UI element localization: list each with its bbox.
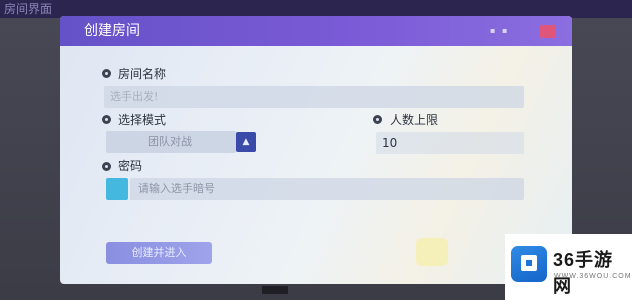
close-button[interactable]	[540, 25, 556, 38]
max-players-input[interactable]: 10	[376, 132, 524, 154]
mode-label: 选择模式	[118, 113, 167, 127]
create-room-dialog: 创建房间 ▪ ▪ 房间名称 选手出发! 选择模式 团队对战 ▲ 人数上限 10 …	[60, 16, 572, 284]
max-players-bullet-icon	[373, 115, 382, 124]
dialog-header: 创建房间 ▪ ▪	[60, 16, 572, 46]
mode-bullet-icon	[102, 115, 111, 124]
cube-icon	[521, 255, 537, 271]
room-name-bullet-icon	[102, 69, 111, 78]
password-bullet-icon	[102, 162, 111, 171]
background-title: 房间界面	[4, 2, 53, 16]
room-name-label: 房间名称	[118, 67, 167, 81]
watermark-brand: 36手游网	[553, 250, 614, 296]
password-label: 密码	[118, 159, 143, 173]
watermark-url: WWW.36WOU.COM	[554, 273, 632, 280]
max-players-value: 10	[382, 136, 398, 150]
password-input[interactable]: 请输入选手暗号	[130, 178, 524, 200]
header-hint-icon: ▪ ▪	[490, 26, 510, 35]
room-name-input[interactable]: 选手出发!	[104, 86, 524, 108]
confirm-create-button[interactable]: 创建并进入	[106, 242, 212, 264]
mode-selected-value: 团队对战	[148, 135, 192, 148]
secondary-action-button[interactable]	[416, 238, 448, 266]
chevron-up-icon: ▲	[242, 137, 250, 147]
lock-icon	[106, 178, 128, 200]
max-players-label: 人数上限	[390, 113, 439, 127]
mode-select[interactable]: 团队对战	[106, 131, 236, 153]
watermark: 36手游网 WWW.36WOU.COM	[505, 234, 632, 300]
mode-toggle-button[interactable]: ▲	[236, 132, 256, 152]
watermark-logo-icon	[511, 246, 547, 282]
background-bar	[262, 286, 288, 294]
dialog-title: 创建房间	[84, 23, 140, 39]
